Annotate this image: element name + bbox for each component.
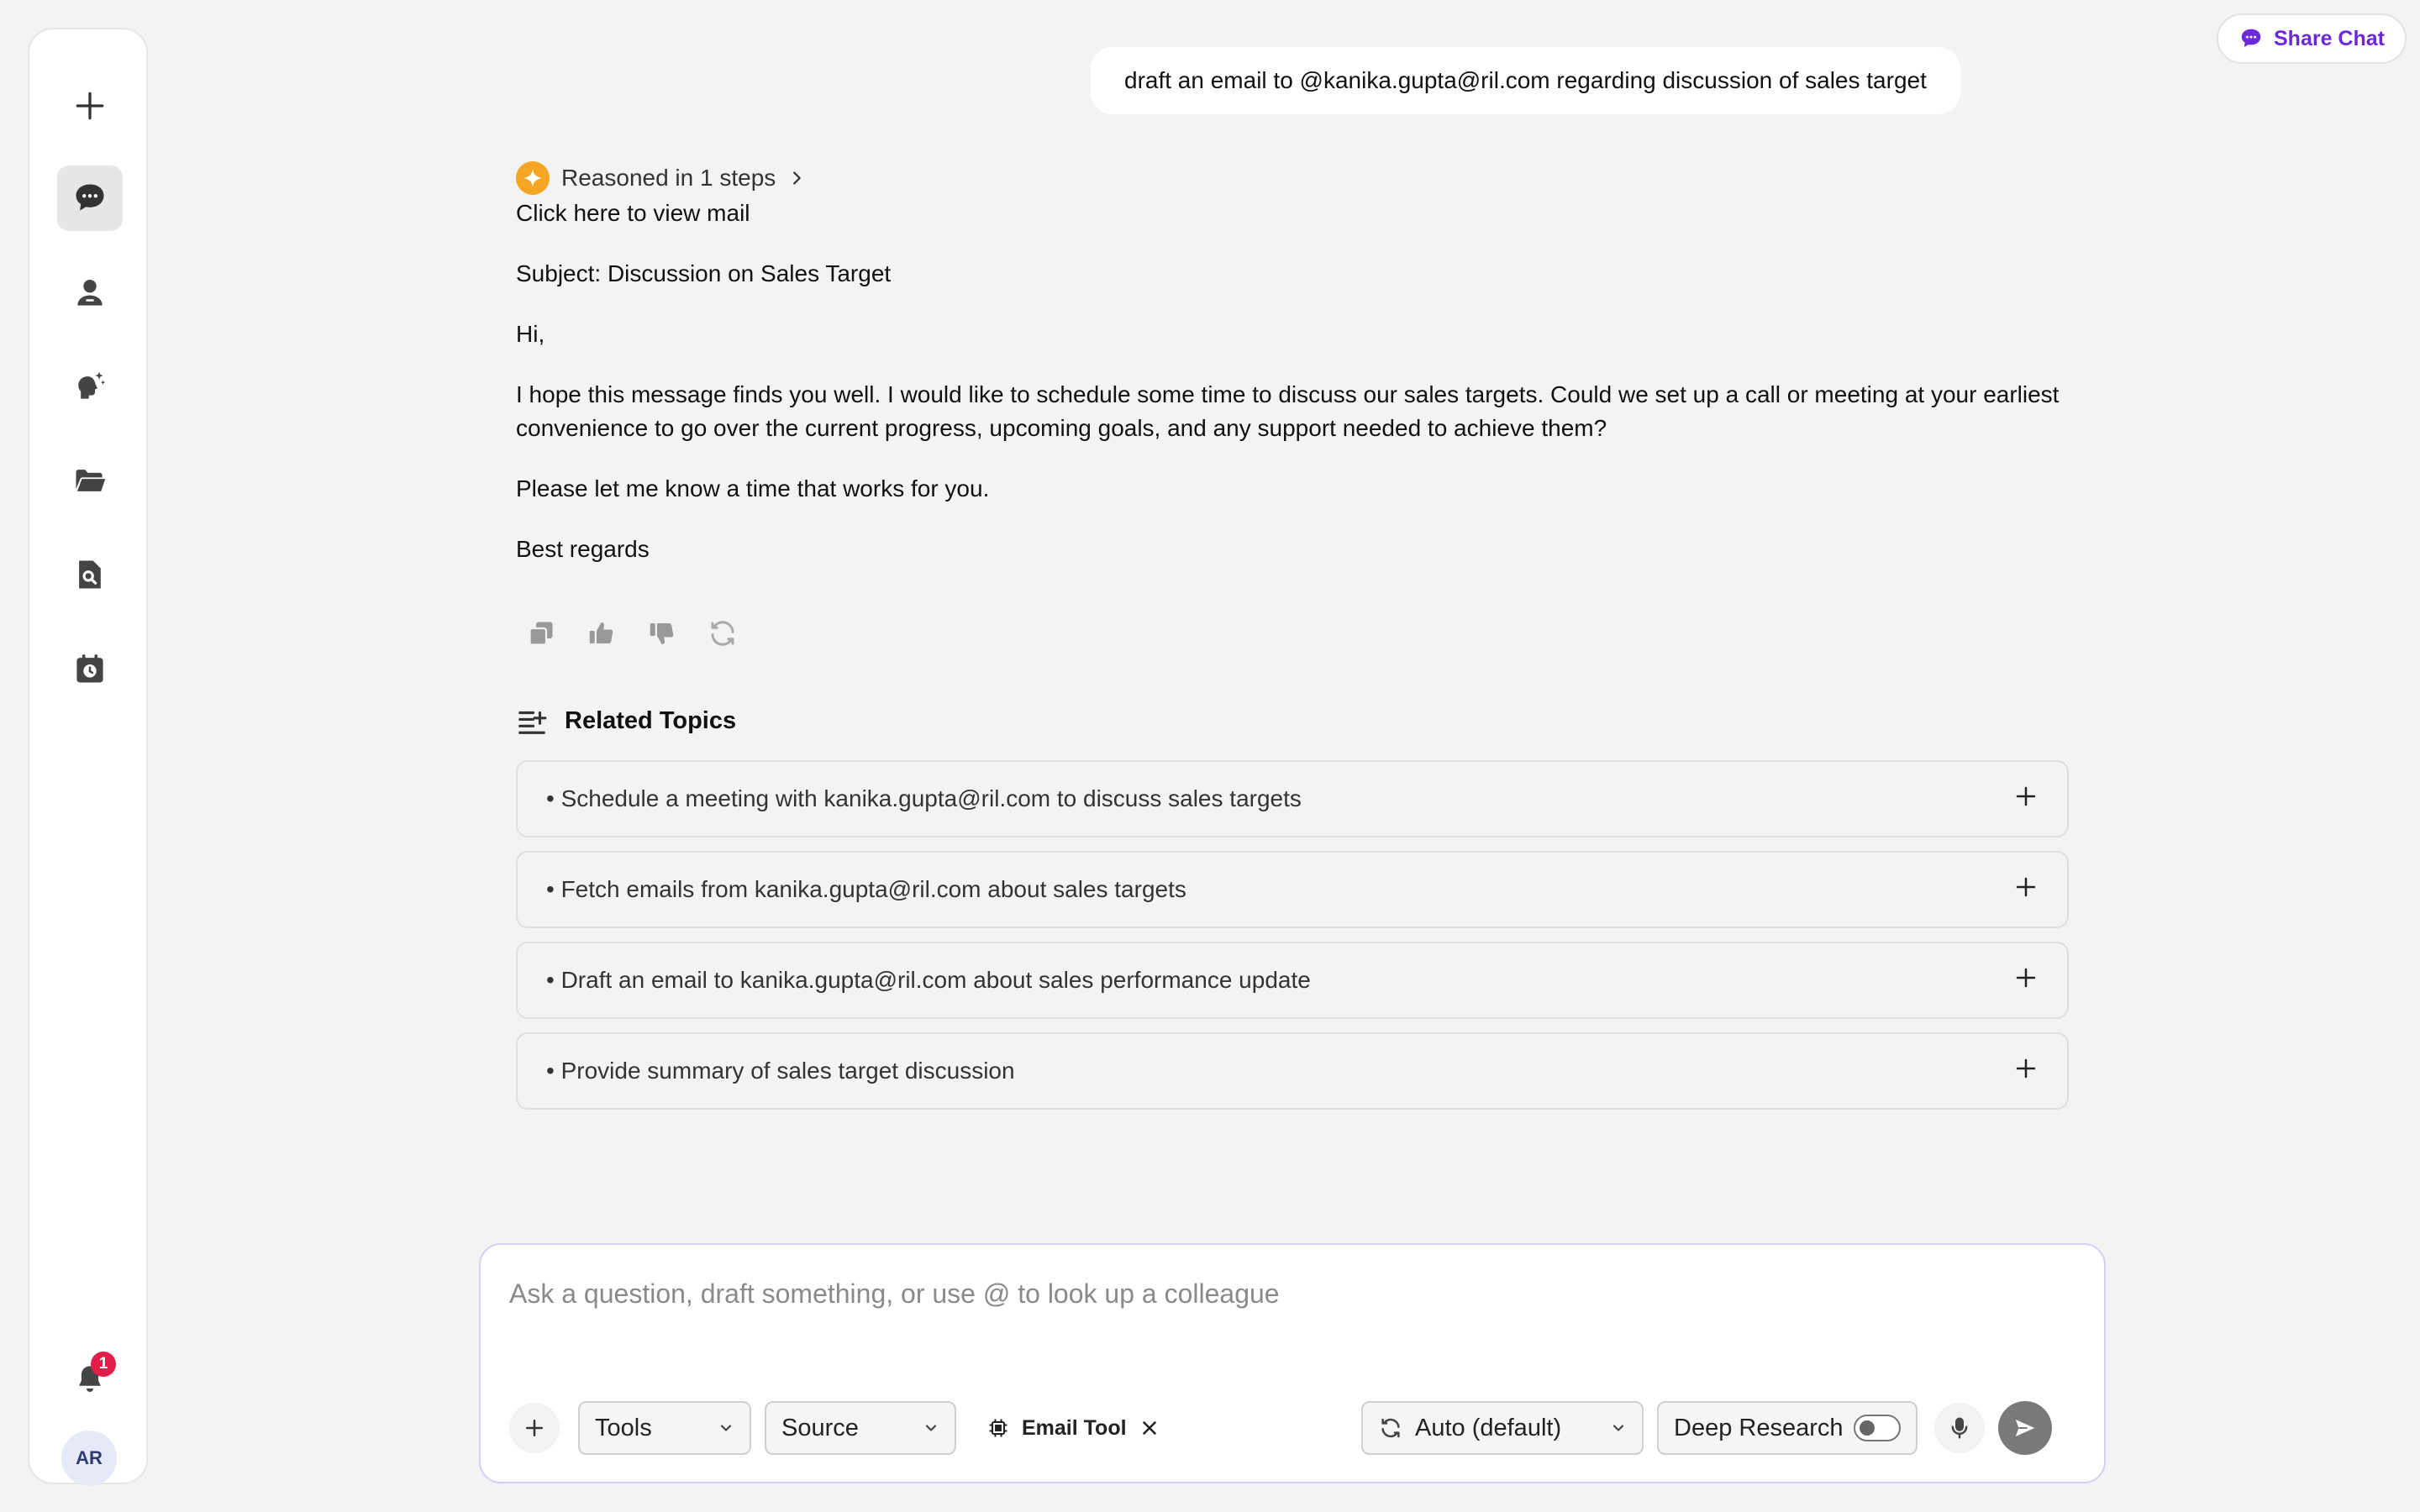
copy-icon <box>529 622 553 646</box>
chevron-down-icon <box>1612 1425 1624 1431</box>
related-topic-label: • Draft an email to kanika.gupta@ril.com… <box>546 967 1311 993</box>
response-actions <box>526 618 2070 653</box>
related-topic-label: • Provide summary of sales target discus… <box>546 1058 1015 1084</box>
tools-label: Tools <box>595 1414 652 1441</box>
view-mail-link[interactable]: Click here to view mail <box>516 197 2070 230</box>
composer-toolbar: Tools Source Email Tool Auto (default) D… <box>509 1401 2075 1455</box>
list-add-icon <box>518 711 547 734</box>
sidebar-item-files[interactable] <box>57 448 123 513</box>
copy-button[interactable] <box>526 618 556 653</box>
reasoning-label: Reasoned in 1 steps <box>561 165 776 191</box>
plus-icon <box>76 92 104 120</box>
related-topic[interactable]: • Fetch emails from kanika.gupta@ril.com… <box>516 851 2069 928</box>
new-chat-button[interactable] <box>57 73 123 139</box>
related-topic-label: • Schedule a meeting with kanika.gupta@r… <box>546 785 1302 811</box>
assistant-response: Reasoned in 1 steps Click here to view m… <box>516 160 2070 1110</box>
sidebar-item-ai-agents[interactable] <box>57 354 123 419</box>
source-dropdown[interactable]: Source <box>765 1401 956 1455</box>
file-search-icon <box>79 560 101 589</box>
chevron-down-icon <box>720 1425 732 1431</box>
email-tool-label: Email Tool <box>1022 1415 1127 1440</box>
auto-sync-icon <box>1381 1418 1400 1438</box>
sidebar-item-document-search[interactable] <box>57 542 123 607</box>
plus-icon <box>2013 1056 2039 1087</box>
calendar-clock-icon <box>76 654 103 683</box>
email-request: Please let me know a time that works for… <box>516 475 990 501</box>
deep-research-toggle[interactable]: Deep Research <box>1657 1401 1918 1455</box>
thumbs-up-icon <box>589 622 613 643</box>
related-topics-header: Related Topics <box>516 705 2070 737</box>
chat-icon <box>76 184 104 211</box>
refresh-icon <box>711 621 734 646</box>
attach-button[interactable] <box>509 1403 560 1453</box>
related-topic[interactable]: • Provide summary of sales target discus… <box>516 1032 2069 1110</box>
chevron-down-icon <box>925 1425 937 1431</box>
response-body: Click here to view mail Subject: Discuss… <box>516 197 2070 566</box>
user-message: draft an email to @kanika.gupta@ril.com … <box>1091 47 1960 114</box>
chat-bubble-icon <box>2241 29 2261 47</box>
reasoning-toggle[interactable]: Reasoned in 1 steps <box>516 160 2070 197</box>
notification-badge: 1 <box>91 1352 116 1377</box>
plus-icon <box>2013 874 2039 906</box>
share-chat-button[interactable]: Share Chat <box>2217 13 2407 64</box>
chevron-right-icon <box>793 171 802 185</box>
email-subject: Subject: Discussion on Sales Target <box>516 260 892 286</box>
related-topic-label: • Fetch emails from kanika.gupta@ril.com… <box>546 876 1186 902</box>
plus-icon <box>526 1420 543 1436</box>
plus-icon <box>2013 784 2039 815</box>
avatar[interactable]: AR <box>61 1431 117 1486</box>
thumbs-down-button[interactable] <box>647 618 677 653</box>
sidebar-item-chat[interactable] <box>57 165 123 231</box>
microphone-icon <box>1951 1417 1968 1439</box>
send-icon <box>2015 1420 2035 1436</box>
email-greeting: Hi, <box>516 321 545 347</box>
sidebar-item-schedule[interactable] <box>57 636 123 701</box>
sidebar: 1 AR <box>28 28 148 1486</box>
email-signoff: Best regards <box>516 536 650 562</box>
folder-icon <box>76 470 106 491</box>
voice-input-button[interactable] <box>1934 1403 1985 1453</box>
thumbs-up-button[interactable] <box>587 618 617 653</box>
related-topics-list: • Schedule a meeting with kanika.gupta@r… <box>516 760 2070 1110</box>
composer: Tools Source Email Tool Auto (default) D… <box>479 1243 2106 1483</box>
notifications-button[interactable]: 1 <box>57 1347 123 1412</box>
email-body: I hope this message finds you well. I wo… <box>516 381 2060 441</box>
thumbs-down-icon <box>650 623 674 644</box>
plus-icon <box>2013 965 2039 996</box>
related-topic[interactable]: • Schedule a meeting with kanika.gupta@r… <box>516 760 2069 837</box>
share-chat-label: Share Chat <box>2274 26 2385 50</box>
user-icon <box>77 279 103 306</box>
message-input[interactable] <box>509 1278 2072 1310</box>
tools-dropdown[interactable]: Tools <box>578 1401 751 1455</box>
send-button[interactable] <box>1998 1401 2052 1455</box>
close-icon <box>1142 1421 1156 1435</box>
sparkle-icon <box>516 161 550 195</box>
related-topics-title: Related Topics <box>565 706 737 734</box>
model-dropdown[interactable]: Auto (default) <box>1361 1401 1644 1455</box>
chip-icon <box>989 1419 1007 1437</box>
regenerate-button[interactable] <box>708 618 738 653</box>
deep-research-switch[interactable] <box>1854 1415 1901 1441</box>
remove-email-tool-button[interactable] <box>1139 1417 1160 1439</box>
email-tool-chip: Email Tool <box>986 1401 1160 1455</box>
source-label: Source <box>781 1414 859 1441</box>
sidebar-item-people[interactable] <box>57 260 123 325</box>
deep-research-label: Deep Research <box>1674 1414 1844 1441</box>
model-label: Auto (default) <box>1415 1414 1562 1441</box>
related-topic[interactable]: • Draft an email to kanika.gupta@ril.com… <box>516 942 2069 1019</box>
brain-sparkle-icon <box>78 371 106 399</box>
